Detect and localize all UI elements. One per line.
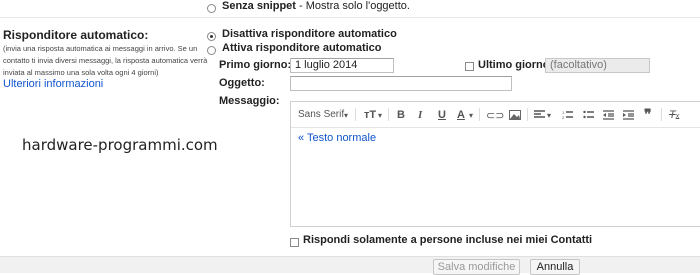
last-day-input[interactable]: (facoltativo) bbox=[545, 58, 650, 73]
subject-input[interactable] bbox=[290, 76, 512, 91]
plain-text-link[interactable]: « Testo normale bbox=[298, 132, 376, 144]
contacts-only-checkbox[interactable] bbox=[290, 236, 299, 250]
font-size-icon[interactable]: тT bbox=[364, 109, 376, 121]
toolbar-divider bbox=[479, 108, 480, 121]
autoreply-title: Risponditore automatico: bbox=[3, 28, 149, 42]
editor-toolbar: Sans Serif ▾ тT ▾ B I U A ▾ ⊂⊃ ▾ 12 ❞ Tx bbox=[291, 102, 700, 128]
link-icon[interactable]: ⊂⊃ bbox=[486, 109, 504, 122]
radio-autoreply-off[interactable] bbox=[207, 30, 216, 44]
chevron-down-icon[interactable]: ▾ bbox=[469, 111, 473, 120]
last-day-label: Ultimo giorno: bbox=[478, 59, 554, 71]
first-day-input[interactable]: 1 luglio 2014 bbox=[290, 58, 394, 73]
bulleted-list-icon[interactable] bbox=[583, 110, 594, 123]
toolbar-divider bbox=[527, 108, 528, 121]
text-color-icon[interactable]: A bbox=[457, 109, 465, 121]
last-day-checkbox[interactable] bbox=[465, 60, 474, 74]
chevron-down-icon[interactable]: ▾ bbox=[547, 111, 551, 120]
remove-formatting-icon[interactable]: Tx bbox=[669, 109, 679, 121]
subject-label: Oggetto: bbox=[219, 77, 265, 89]
italic-icon[interactable]: I bbox=[418, 109, 422, 121]
chevron-down-icon[interactable]: ▾ bbox=[344, 111, 348, 120]
autoreply-on-label: Attiva risponditore automatico bbox=[222, 42, 382, 54]
senza-snippet-desc: - Mostra solo l'oggetto. bbox=[295, 0, 410, 12]
image-icon[interactable] bbox=[509, 110, 521, 123]
watermark-text: hardware-programmi.com bbox=[22, 136, 218, 154]
toolbar-divider bbox=[355, 108, 356, 121]
toolbar-divider bbox=[388, 108, 389, 121]
indent-less-icon[interactable] bbox=[603, 110, 614, 123]
save-button[interactable]: Salva modifiche bbox=[433, 259, 520, 275]
toolbar-divider bbox=[661, 108, 662, 121]
underline-icon[interactable]: U bbox=[438, 109, 446, 121]
numbered-list-icon[interactable]: 12 bbox=[562, 110, 573, 123]
bottom-bar bbox=[0, 256, 700, 273]
contacts-only-label: Rispondi solamente a persone incluse nei… bbox=[303, 234, 593, 246]
help-line-1: (invia una risposta automatica ai messag… bbox=[3, 44, 198, 53]
senza-snippet-label: Senza snippet bbox=[222, 0, 296, 12]
radio-autoreply-on[interactable] bbox=[207, 44, 216, 58]
autoreply-off-label: Disattiva risponditore automatico bbox=[222, 28, 397, 40]
message-label: Messaggio: bbox=[219, 95, 280, 107]
help-line-2: contatto ti invia diversi messaggi, la r… bbox=[3, 56, 208, 65]
senza-snippet-row: Senza snippet - Mostra solo l'oggetto. bbox=[222, 0, 410, 12]
more-info-link[interactable]: Ulteriori informazioni bbox=[3, 78, 103, 90]
svg-text:2: 2 bbox=[562, 115, 565, 120]
section-divider bbox=[0, 17, 700, 18]
indent-more-icon[interactable] bbox=[623, 110, 634, 123]
message-editor[interactable]: Sans Serif ▾ тT ▾ B I U A ▾ ⊂⊃ ▾ 12 ❞ Tx… bbox=[290, 101, 700, 227]
first-day-label: Primo giorno: bbox=[219, 59, 292, 71]
align-icon[interactable] bbox=[534, 110, 545, 122]
chevron-down-icon[interactable]: ▾ bbox=[378, 111, 382, 120]
bold-icon[interactable]: B bbox=[397, 109, 405, 121]
font-family-select[interactable]: Sans Serif bbox=[298, 109, 344, 120]
radio-senza-snippet[interactable] bbox=[207, 2, 216, 16]
quote-icon[interactable]: ❞ bbox=[644, 107, 652, 124]
cancel-button[interactable]: Annulla bbox=[530, 259, 580, 275]
autoreply-help: (invia una risposta automatica ai messag… bbox=[3, 43, 207, 79]
